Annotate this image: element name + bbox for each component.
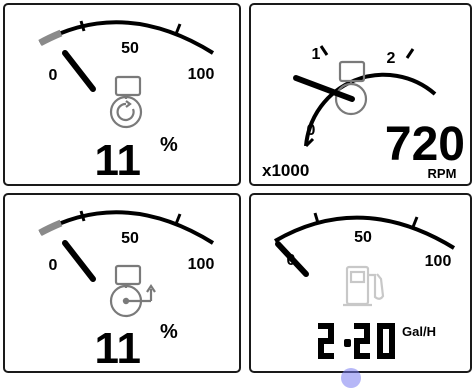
accent-dot — [341, 368, 361, 388]
tick-label-0: 0 — [49, 257, 58, 274]
gauge-filled-arc — [38, 219, 63, 237]
gauge-tick — [174, 213, 182, 225]
gauge-tick — [405, 48, 415, 59]
tick-label-50: 50 — [354, 229, 372, 246]
tick-label-100: 100 — [188, 256, 215, 273]
engine-output-value: 11 — [94, 324, 141, 371]
tick-label-50: 50 — [121, 40, 139, 57]
tick-label-0: 0 — [49, 67, 58, 84]
engine-output-gauge-panel: 0 50 100 11 % — [3, 193, 241, 373]
rpm-tick-label-2: 2 — [387, 50, 396, 67]
digit-segment — [377, 323, 395, 329]
gauge-tick — [174, 23, 182, 35]
engine-load-gauge-panel: 0 50 100 11 % — [3, 3, 241, 186]
engine-load-value: 11 — [94, 136, 141, 184]
tick-label-50: 50 — [121, 230, 139, 247]
gauge-needle — [62, 240, 96, 282]
tick-label-100: 100 — [425, 253, 452, 270]
fuel-rate-unit: Gal/H — [402, 324, 436, 339]
gauge-tick — [79, 20, 86, 32]
engine-icon — [334, 60, 368, 116]
rpm-tick-label-0: 0 — [307, 122, 316, 139]
digit-segment — [354, 353, 370, 359]
engine-load-gauge: 0 50 100 11 % — [38, 20, 215, 184]
fuel-rate-value — [318, 323, 395, 359]
rpm-multiplier: x1000 — [262, 161, 309, 180]
gauge-tick — [79, 210, 86, 222]
rpm-value: 720 — [385, 118, 465, 171]
engine-output-icon — [109, 264, 156, 318]
decimal-point — [344, 339, 351, 347]
rpm-unit: RPM — [428, 166, 457, 181]
digit-segment — [318, 353, 334, 359]
output-dot — [122, 297, 130, 305]
rpm-tick-label-1: 1 — [312, 46, 321, 63]
tick-label-100: 100 — [188, 66, 215, 83]
engine-load-icon — [109, 75, 143, 129]
fuel-pump-icon — [343, 265, 385, 307]
engine-load-unit: % — [160, 134, 178, 156]
rpm-gauge-panel: 0 1 2 x1000 720 RPM — [249, 3, 472, 186]
fuel-rate-gauge-panel: 0 50 100 Gal/H — [249, 193, 472, 373]
digit-segment — [377, 353, 395, 359]
gauge-needle — [62, 50, 96, 92]
rpm-gauge: 0 1 2 x1000 720 RPM — [262, 45, 465, 181]
fuel-rate-gauge: 0 50 100 Gal/H — [273, 212, 456, 359]
engine-output-unit: % — [160, 321, 178, 343]
gauge-tick — [411, 216, 419, 228]
gauge-tick — [319, 45, 329, 56]
engine-output-gauge: 0 50 100 11 % — [38, 210, 215, 371]
gauge-filled-arc — [38, 29, 63, 47]
gauge-needle — [275, 241, 309, 277]
